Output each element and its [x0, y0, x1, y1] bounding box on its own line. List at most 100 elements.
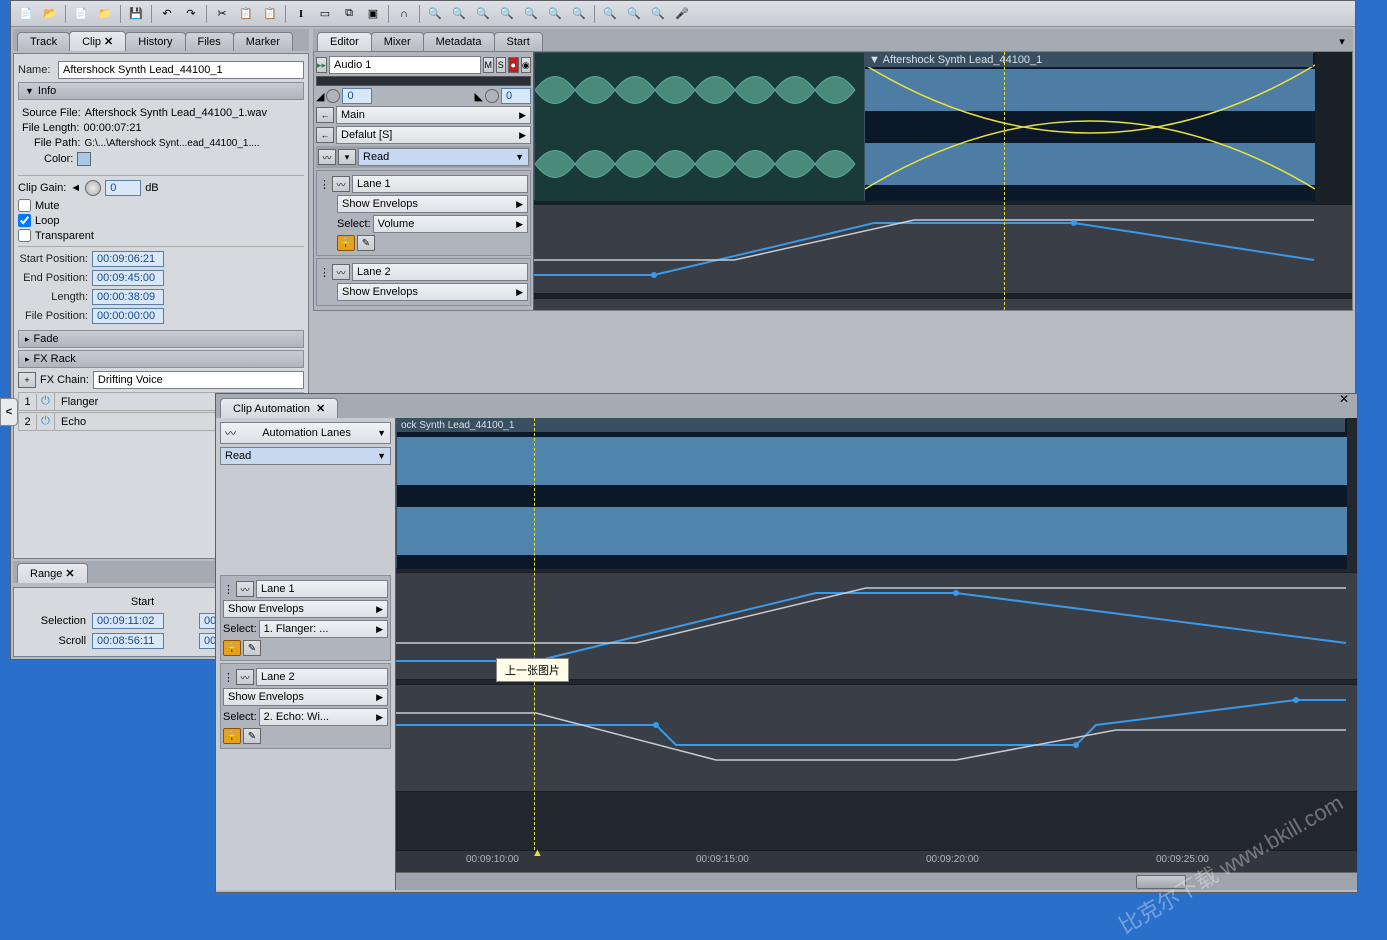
tab-track[interactable]: Track — [17, 32, 70, 51]
open-folder-icon[interactable]: 📂 — [39, 4, 61, 24]
lock-icon[interactable]: 🔒 — [223, 640, 241, 656]
redo-icon[interactable]: ↷ — [180, 4, 202, 24]
loop-checkbox[interactable]: Loop — [18, 214, 304, 227]
panel-menu-icon[interactable]: ▾ — [1331, 31, 1353, 51]
automation-waveform-area[interactable]: ock Synth Lead_44100_1 上一张图片 00:09:10:00… — [396, 418, 1357, 890]
pencil-icon[interactable]: ✎ — [243, 640, 261, 656]
record-button[interactable]: ● — [508, 57, 518, 73]
preset-dropdown[interactable]: Defalut [S]▶ — [336, 126, 531, 144]
tab-clip[interactable]: Clip✕ — [69, 31, 126, 51]
group-tool-icon[interactable]: ▣ — [362, 4, 384, 24]
zoom-reset-icon[interactable]: 🔍 — [647, 4, 669, 24]
tab-start[interactable]: Start — [494, 32, 543, 51]
auto-lane-1-dropdown[interactable]: Lane 1 — [256, 580, 388, 598]
automation-icon[interactable]: 〰 — [332, 176, 350, 192]
fade-out-input[interactable] — [501, 88, 531, 104]
tab-metadata[interactable]: Metadata — [423, 32, 495, 51]
lane-grip-icon[interactable]: ⋮ — [223, 583, 234, 596]
undo-icon[interactable]: ↶ — [156, 4, 178, 24]
save-icon[interactable]: 💾 — [125, 4, 147, 24]
cut-icon[interactable]: ✂ — [211, 4, 233, 24]
info-header[interactable]: ▼Info — [18, 82, 304, 100]
loop-icon[interactable]: ∩ — [393, 4, 415, 24]
playhead-marker-icon[interactable]: ▲ — [532, 847, 543, 859]
new-file-icon[interactable]: 📄 — [15, 4, 37, 24]
mute-checkbox[interactable]: Mute — [18, 199, 304, 212]
fxrack-header[interactable]: ▸FX Rack — [18, 350, 304, 368]
lock-icon[interactable]: 🔒 — [337, 235, 355, 251]
crossfade-tool-icon[interactable]: ⧉ — [338, 4, 360, 24]
lane-grip-icon[interactable]: ⋮ — [319, 266, 330, 279]
zoom-v-icon[interactable]: 🔍 — [544, 4, 566, 24]
mic-icon[interactable]: 🎤 — [671, 4, 693, 24]
clip-blue[interactable]: ▼ Aftershock Synth Lead_44100_1 — [864, 52, 1314, 200]
auto-lane-2-select[interactable]: 2. Echo: Wi...▶ — [259, 708, 388, 726]
auto-lane-2-show[interactable]: Show Envelops▶ — [223, 688, 388, 706]
back-icon[interactable]: ← — [316, 107, 334, 123]
close-icon[interactable]: ✕ — [1339, 392, 1353, 406]
clip-gain-input[interactable] — [105, 180, 141, 196]
auto-lane-1-select[interactable]: 1. Flanger: ...▶ — [259, 620, 388, 638]
automation-icon[interactable]: 〰 — [318, 149, 336, 165]
fade-out-knob[interactable] — [485, 89, 499, 103]
copy-icon[interactable]: 📋 — [235, 4, 257, 24]
input-monitor-button[interactable]: ◉ — [521, 57, 531, 73]
power-icon[interactable]: ⏻ — [37, 413, 55, 430]
automation-icon[interactable]: 〰 — [236, 669, 254, 685]
scroll-thumb[interactable] — [1136, 875, 1186, 889]
zoom-vfit-icon[interactable]: 🔍 — [568, 4, 590, 24]
back-icon[interactable]: ← — [316, 127, 334, 143]
zoom-undo-icon[interactable]: 🔍 — [472, 4, 494, 24]
waveform-area[interactable]: ▼ Aftershock Synth Lead_44100_1 — [534, 52, 1352, 310]
fade-in-input[interactable] — [342, 88, 372, 104]
gain-knob[interactable] — [85, 180, 101, 196]
automation-menu-icon[interactable]: ▾ — [338, 149, 356, 165]
mute-button[interactable]: M — [483, 57, 493, 73]
tab-editor[interactable]: Editor — [317, 32, 372, 51]
lane-grip-icon[interactable]: ⋮ — [223, 671, 234, 684]
zoom-right-icon[interactable]: 🔍 — [623, 4, 645, 24]
panel-collapse-handle[interactable]: < — [0, 398, 18, 426]
end-pos-input[interactable] — [92, 270, 164, 286]
auto-playhead[interactable] — [534, 418, 535, 850]
show-envelops-dropdown-2[interactable]: Show Envelops▶ — [337, 283, 528, 301]
clip-green[interactable] — [534, 52, 864, 200]
solo-button[interactable]: S — [496, 57, 506, 73]
zoom-in-icon[interactable]: 🔍 — [520, 4, 542, 24]
close-icon[interactable]: ✕ — [316, 403, 325, 415]
range-tool-icon[interactable]: ▭ — [314, 4, 336, 24]
pencil-icon[interactable]: ✎ — [243, 728, 261, 744]
auto-lane-2-dropdown[interactable]: Lane 2 — [256, 668, 388, 686]
select-param-dropdown[interactable]: Volume▶ — [373, 215, 528, 233]
playhead[interactable] — [1004, 52, 1005, 310]
fade-in-knob[interactable] — [326, 89, 340, 103]
zoom-fit-icon[interactable]: 🔍 — [424, 4, 446, 24]
zoom-out-icon[interactable]: 🔍 — [496, 4, 518, 24]
tab-mixer[interactable]: Mixer — [371, 32, 424, 51]
color-swatch[interactable] — [77, 152, 91, 166]
open-brown-icon[interactable]: 📁 — [94, 4, 116, 24]
length-input[interactable] — [92, 289, 164, 305]
add-fx-button[interactable]: + — [18, 372, 36, 388]
output-dropdown[interactable]: Main▶ — [336, 106, 531, 124]
envelope-lane-1[interactable] — [534, 204, 1352, 294]
tab-range[interactable]: Range✕ — [17, 563, 88, 583]
power-icon[interactable]: ⏻ — [37, 393, 55, 410]
tab-clip-automation[interactable]: Clip Automation ✕ — [220, 398, 338, 418]
file-pos-input[interactable] — [92, 308, 164, 324]
close-icon[interactable]: ✕ — [104, 36, 113, 48]
lock-icon[interactable]: 🔒 — [223, 728, 241, 744]
lane-1-dropdown[interactable]: Lane 1 — [352, 175, 528, 193]
lane-grip-icon[interactable]: ⋮ — [319, 178, 330, 191]
fxchain-input[interactable] — [93, 371, 304, 389]
automation-lanes-dropdown[interactable]: 〰 Automation Lanes▼ — [220, 422, 391, 444]
automation-icon[interactable]: 〰 — [236, 581, 254, 597]
scroll-start-input[interactable] — [92, 633, 164, 649]
horizontal-scrollbar[interactable] — [396, 872, 1357, 890]
start-pos-input[interactable] — [92, 251, 164, 267]
close-icon[interactable]: ✕ — [65, 568, 74, 580]
zoom-left-icon[interactable]: 🔍 — [599, 4, 621, 24]
auto-envelope-2[interactable] — [396, 684, 1357, 792]
clip-name-input[interactable] — [58, 61, 304, 79]
paste-icon[interactable]: 📋 — [259, 4, 281, 24]
